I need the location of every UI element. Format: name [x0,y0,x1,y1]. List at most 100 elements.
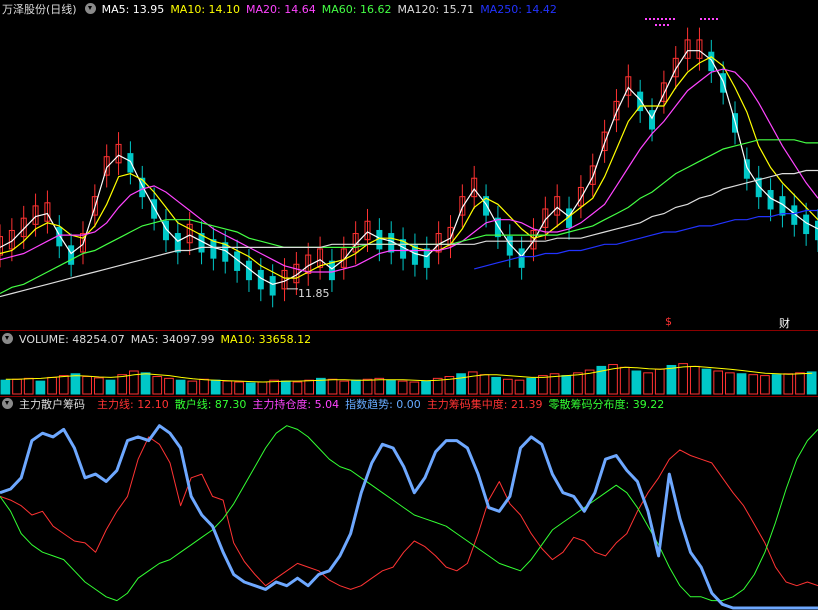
volume-bar [222,380,233,395]
volume-bar [362,378,373,395]
volume-bar [0,379,11,395]
volume-bar [736,373,747,395]
volume-bar [725,372,735,395]
dropdown-icon[interactable] [2,333,13,344]
volume-bar [12,378,22,395]
volume-bar [351,379,361,395]
volume-bar [327,378,338,395]
volume-bar [234,381,244,395]
indicator-label-3: 指数趋势: 0.00 [345,398,421,411]
volume-bar [82,376,92,395]
indicator-name: 主力散户筹码 [19,398,85,411]
volume-bar [643,372,653,395]
low-price-label: 11.85 [298,287,330,300]
volume-header: VOLUME: 48254.07 MA5: 34097.99 MA10: 33658… [0,332,323,348]
volume-bar [70,373,81,395]
candle [423,236,430,280]
volume-bar [783,373,794,395]
ma-line-ma120 [0,169,818,298]
volume-bar [164,377,174,395]
candle [743,147,750,191]
candle [625,64,632,108]
volume-label-0: VOLUME: 48254.07 [19,333,125,346]
indicator-label-0: 主力线: 12.10 [97,398,169,411]
volume-bar [292,381,303,395]
volume-bar [269,379,279,395]
candle [494,205,501,249]
volume-bar [397,380,408,395]
volume-bar [631,370,642,395]
volume-bar [93,377,104,395]
volume-bar [771,374,782,395]
indicator-line-0 [0,436,818,590]
volume-bar [117,374,128,395]
ma-line-ma10 [0,56,818,279]
volume-bar [199,378,209,395]
signal-dots [645,18,718,26]
volume-bar [47,376,57,395]
volume-bar [654,368,665,395]
candle [684,27,691,71]
candle [577,175,584,219]
candle [649,98,656,142]
candle [210,227,217,271]
volume-bar [245,382,256,395]
ma-line-ma60 [0,139,818,295]
indicator-chart[interactable] [0,414,818,610]
volume-bar [666,364,677,395]
indicator-label-5: 零散筹码分布度: 39.22 [548,398,665,411]
volume-bar [257,381,268,395]
volume-bar [456,373,466,395]
volume-bar [421,380,431,395]
dropdown-icon[interactable] [84,3,96,14]
volume-chart[interactable] [0,348,818,396]
volume-bar [175,379,186,395]
volume-bar [538,375,548,395]
candle [317,236,324,280]
volume-bar [105,379,116,395]
volume-bar [573,372,583,395]
price-chart[interactable] [0,15,818,330]
dropdown-icon[interactable] [2,398,13,409]
volume-bar [280,380,291,395]
volume-bar [58,375,69,395]
volume-label-1: MA5: 34097.99 [130,333,215,346]
candle [68,233,75,277]
panel-separator [0,330,818,331]
candle [459,184,466,228]
candle [115,132,122,176]
indicator-header: 主力散户筹码 主力线: 12.10 散户线: 87.30 主力持仓度: 5.04 指数趋… [0,397,676,413]
volume-bar [374,377,385,395]
dollar-marker[interactable]: $ [665,315,672,328]
volume-bar [409,381,420,395]
volume-bar [491,376,501,395]
candle [518,236,525,280]
volume-bar [514,379,525,395]
candle [44,190,51,234]
volume-bar [701,368,712,395]
volume-bar [713,370,724,395]
volume-bar [619,366,630,395]
volume-bar [795,372,805,395]
indicator-line-2 [0,424,818,610]
volume-bar [806,371,817,395]
candle [672,46,679,90]
volume-bar [386,379,396,395]
volume-legend: VOLUME: 48254.07 MA5: 34097.99 MA10: 33658… [19,333,317,346]
volume-bar [689,365,700,395]
ma-line-ma20 [0,68,818,273]
candle [660,70,667,114]
volume-bar [140,372,151,395]
volume-bar [210,379,221,395]
volume-bar [678,363,688,395]
ma-line-ma5 [0,50,818,285]
volume-bar [339,380,350,395]
candle [483,184,490,228]
finance-marker[interactable]: 财 [779,315,790,331]
indicator-label-1: 散户线: 87.30 [174,398,247,411]
volume-bar [23,377,34,395]
indicator-label-4: 主力筹码集中度: 21.39 [426,398,543,411]
volume-bar [479,374,490,395]
candle [411,233,418,277]
indicator-label-2: 主力持仓度: 5.04 [252,398,340,411]
